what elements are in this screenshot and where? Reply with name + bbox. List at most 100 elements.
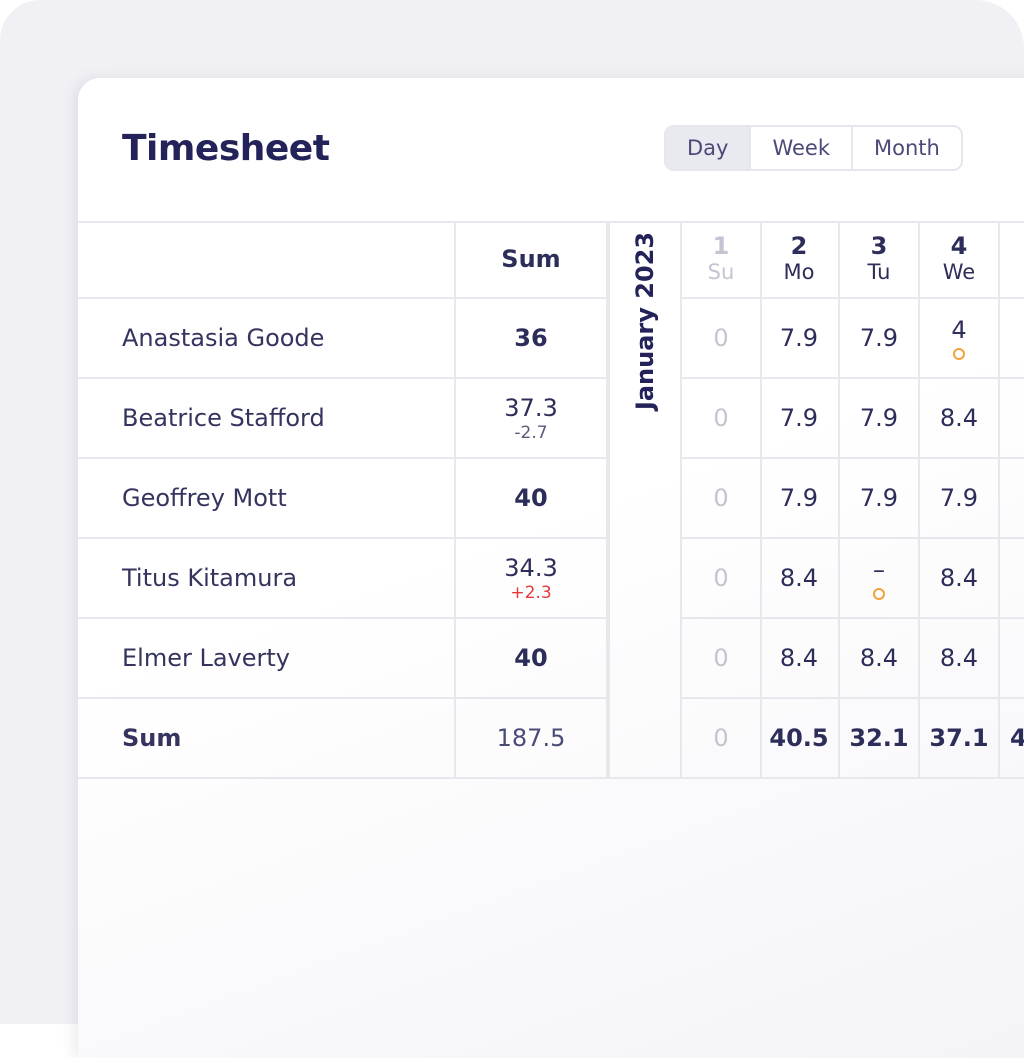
employee-name: Anastasia Goode — [122, 324, 325, 352]
hours-value: 8.4 — [779, 644, 819, 672]
totals-sum-cell: 187.5 — [456, 699, 608, 779]
hours-value: 7.9 — [779, 484, 819, 512]
row-sum-delta: -2.7 — [514, 422, 548, 443]
header-name-cell — [78, 221, 456, 299]
hours-value: 0 — [713, 484, 729, 512]
day-total-cell: 40.5 — [760, 699, 840, 779]
tab-day[interactable]: Day — [666, 127, 750, 169]
hours-value: 8.4 — [939, 404, 979, 432]
hours-value: 7.9 — [859, 324, 899, 352]
hours-cell[interactable]: 0 — [682, 379, 762, 459]
table-row-name: Geoffrey Mott — [78, 459, 456, 539]
hours-cell-partial[interactable] — [1000, 459, 1024, 539]
row-sum: 36 — [514, 324, 548, 352]
hours-cell[interactable]: 7.9 — [760, 459, 840, 539]
hours-value: 7.9 — [939, 484, 979, 512]
day-number: 2 — [790, 232, 808, 260]
row-sum: 40 — [514, 484, 548, 512]
day-header-partial[interactable] — [1000, 221, 1024, 299]
hours-cell-partial[interactable] — [1000, 619, 1024, 699]
hours-cell[interactable]: 7.9 — [840, 459, 920, 539]
warning-dot-icon — [953, 348, 965, 360]
day-total: 37.1 — [929, 724, 989, 752]
row-sum-cell: 34.3 +2.3 — [456, 539, 608, 619]
table-row-name: Beatrice Stafford — [78, 379, 456, 459]
hours-cell[interactable]: 0 — [682, 459, 762, 539]
day-name: Mo — [783, 260, 815, 284]
hours-cell[interactable]: 4 — [920, 299, 1000, 379]
month-label: January 2023 — [631, 231, 659, 411]
row-sum-cell: 40 — [456, 459, 608, 539]
hours-value: 4 — [951, 316, 967, 344]
hours-cell-partial[interactable] — [1000, 299, 1024, 379]
day-total: 0 — [713, 724, 729, 752]
hours-cell[interactable]: 8.4 — [920, 379, 1000, 459]
totals-label-cell: Sum — [78, 699, 456, 779]
hours-cell[interactable]: 7.9 — [840, 299, 920, 379]
day-header-4[interactable]: 4 We — [920, 221, 1000, 299]
timesheet-card: Timesheet Day Week Month January 2023 Su… — [78, 78, 1024, 1058]
hours-value: 8.4 — [779, 564, 819, 592]
day-total: 40.5 — [769, 724, 829, 752]
hours-cell[interactable]: 8.4 — [760, 539, 840, 619]
hours-cell[interactable]: 8.4 — [920, 539, 1000, 619]
hours-value: 8.4 — [939, 644, 979, 672]
table-row-name: Elmer Laverty — [78, 619, 456, 699]
hours-cell[interactable]: – — [840, 539, 920, 619]
hours-cell-partial[interactable] — [1000, 539, 1024, 619]
hours-cell[interactable]: 7.9 — [840, 379, 920, 459]
hours-cell[interactable]: 0 — [682, 299, 762, 379]
day-header-1[interactable]: 1 Su — [682, 221, 762, 299]
month-label-column: January 2023 — [608, 221, 682, 779]
day-header-3[interactable]: 3 Tu — [840, 221, 920, 299]
day-header-2[interactable]: 2 Mo — [760, 221, 840, 299]
row-sum: 34.3 — [504, 553, 558, 582]
employee-name: Beatrice Stafford — [122, 404, 325, 432]
day-total: 4 — [1010, 724, 1024, 752]
row-sum: 40 — [514, 644, 548, 672]
day-total-cell: 0 — [682, 699, 762, 779]
hours-value: 0 — [713, 564, 729, 592]
row-sum: 37.3 — [504, 393, 558, 422]
row-sum-cell: 40 — [456, 619, 608, 699]
tab-week[interactable]: Week — [749, 127, 851, 169]
hours-value: 7.9 — [859, 484, 899, 512]
day-name: Tu — [867, 260, 891, 284]
hours-cell[interactable]: 8.4 — [840, 619, 920, 699]
hours-value: 0 — [713, 324, 729, 352]
hours-cell[interactable]: 8.4 — [760, 619, 840, 699]
day-total-cell: 4 — [1000, 699, 1024, 779]
totals-label: Sum — [122, 724, 182, 752]
sum-header: Sum — [501, 245, 561, 273]
hours-cell[interactable]: 0 — [682, 619, 762, 699]
employee-name: Titus Kitamura — [122, 564, 298, 592]
hours-value: 7.9 — [779, 404, 819, 432]
day-number: 4 — [950, 232, 968, 260]
day-total: 32.1 — [849, 724, 909, 752]
hours-value: 7.9 — [859, 404, 899, 432]
hours-cell[interactable]: 0 — [682, 539, 762, 619]
hours-value: 7.9 — [779, 324, 819, 352]
hours-value: 8.4 — [939, 564, 979, 592]
hours-value: 0 — [713, 404, 729, 432]
view-switcher: Day Week Month — [664, 125, 963, 171]
day-number: 3 — [870, 232, 888, 260]
hours-cell-partial[interactable] — [1000, 379, 1024, 459]
hours-value: – — [873, 556, 885, 584]
hours-cell[interactable]: 7.9 — [760, 299, 840, 379]
hours-cell[interactable]: 8.4 — [920, 619, 1000, 699]
hours-cell[interactable]: 7.9 — [760, 379, 840, 459]
tab-month[interactable]: Month — [851, 127, 961, 169]
day-number: 1 — [712, 232, 730, 260]
day-total-cell: 37.1 — [920, 699, 1000, 779]
day-name: Su — [707, 260, 735, 284]
hours-cell[interactable]: 7.9 — [920, 459, 1000, 539]
totals-sum: 187.5 — [496, 724, 566, 752]
warning-dot-icon — [873, 588, 885, 600]
page-title: Timesheet — [122, 128, 330, 169]
employee-name: Geoffrey Mott — [122, 484, 287, 512]
day-total-cell: 32.1 — [840, 699, 920, 779]
row-sum-cell: 36 — [456, 299, 608, 379]
table-row-name: Titus Kitamura — [78, 539, 456, 619]
hours-value: 8.4 — [859, 644, 899, 672]
